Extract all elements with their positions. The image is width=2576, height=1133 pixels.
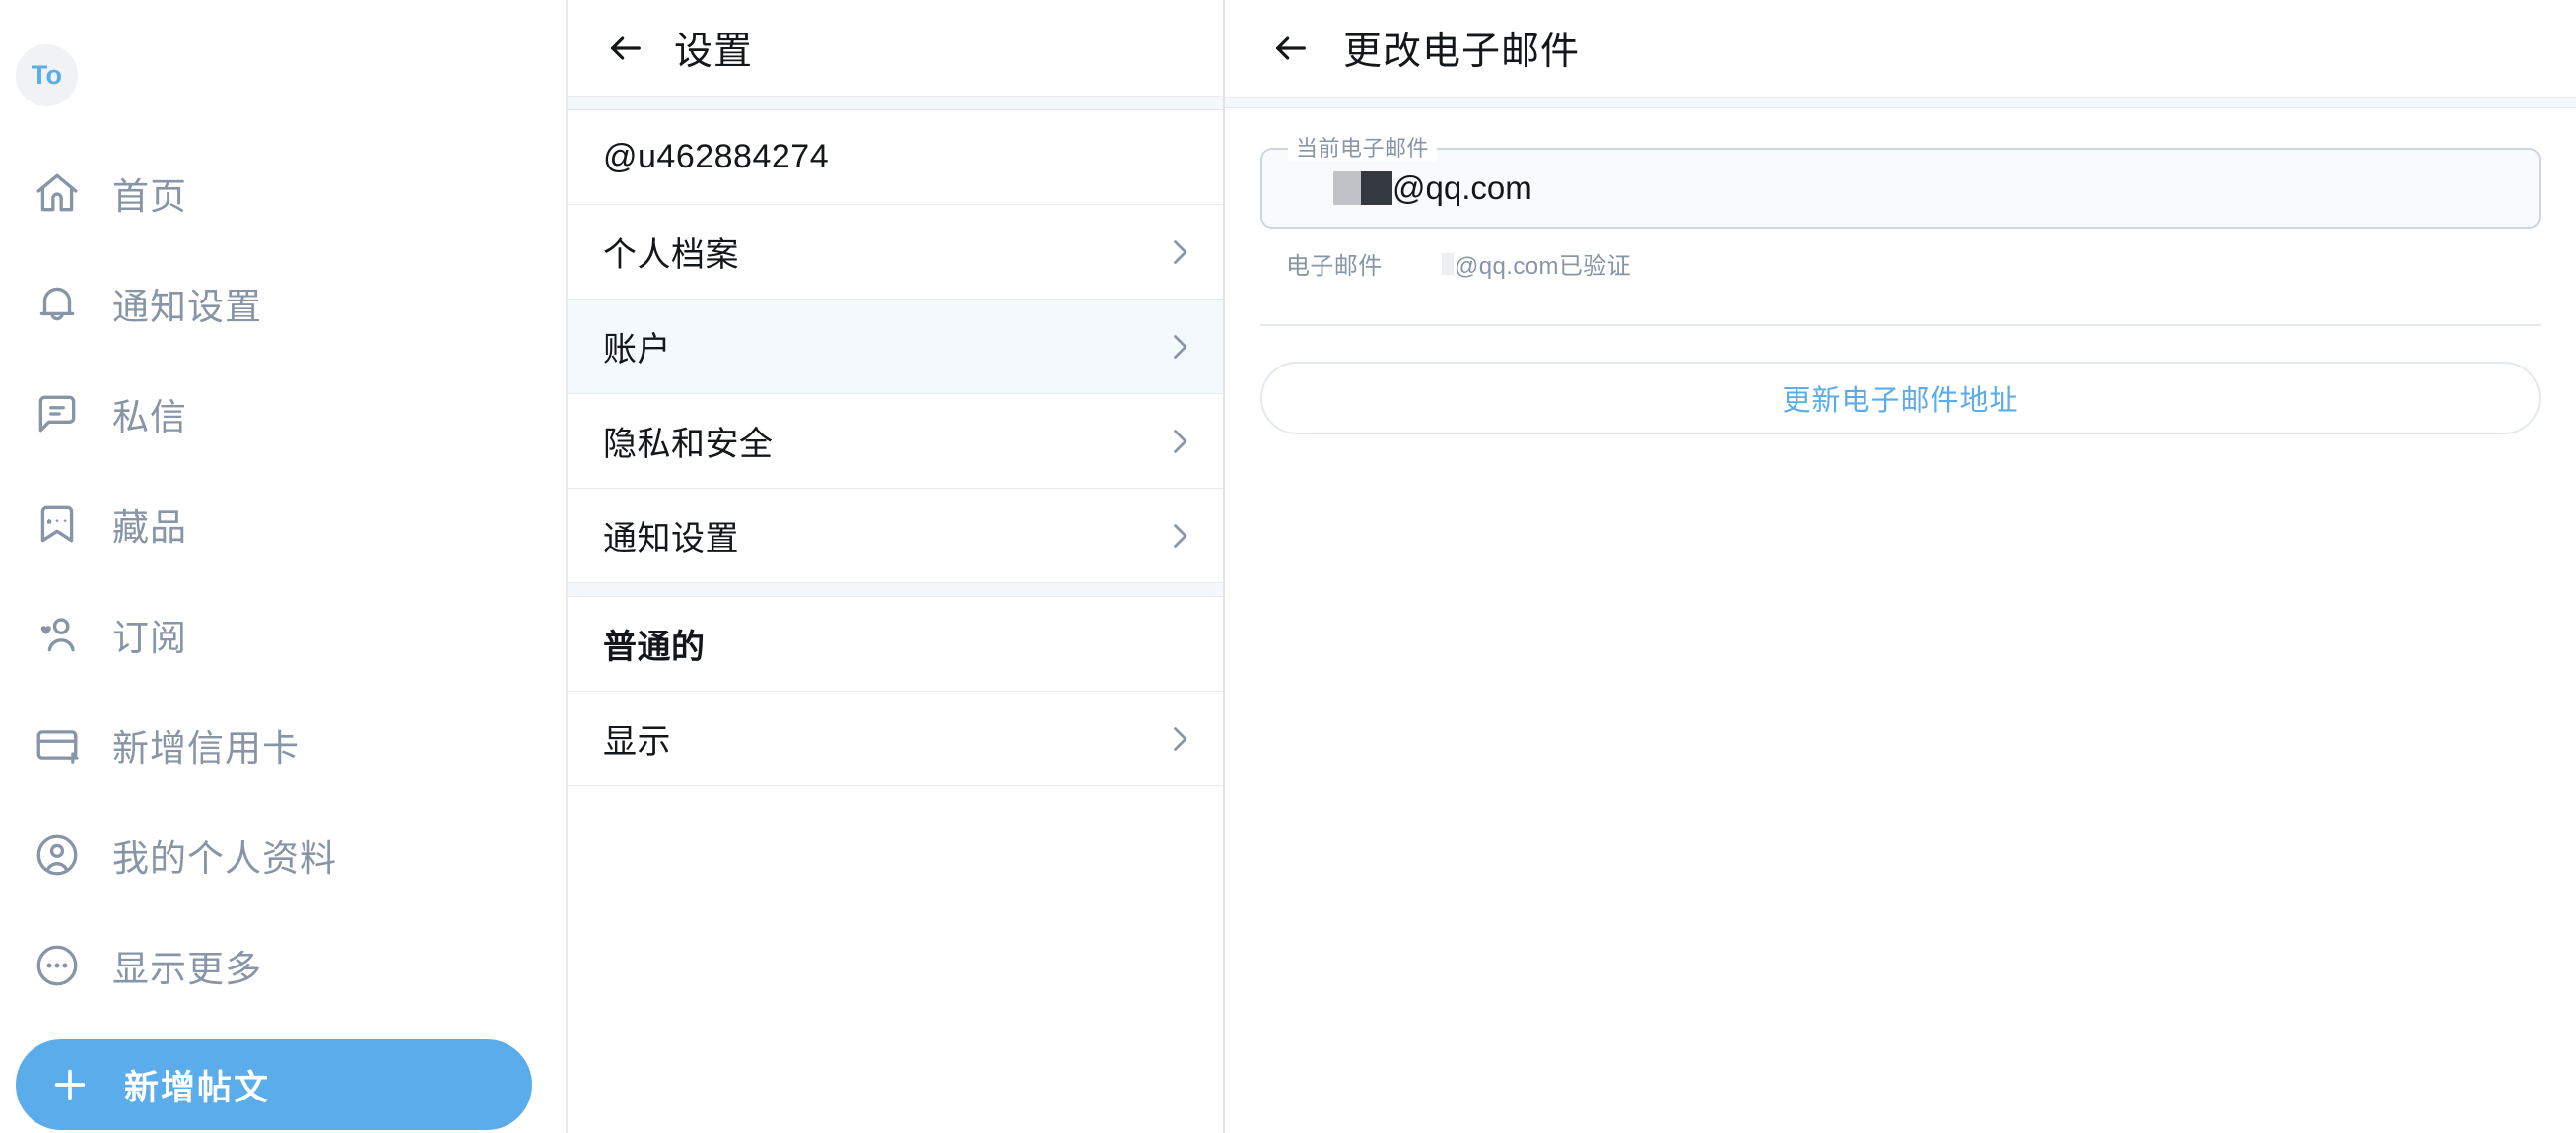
sidebar-item-label: 藏品: [112, 507, 187, 548]
sidebar-item-label: 新增信用卡: [112, 728, 300, 768]
bookmark-stars-icon: [22, 500, 93, 549]
settings-title: 设置: [674, 30, 754, 73]
detail-body: 当前电子邮件 @qq.com 电子邮件 @qq.com已验证 更新电子邮件地址: [1225, 136, 2576, 434]
email-helper-value-wrap: @qq.com已验证: [1442, 246, 1631, 281]
settings-band-top: [568, 97, 1223, 110]
profile-circle-icon: [22, 831, 93, 880]
sidebar-item-label: 订阅: [112, 618, 187, 658]
current-email-field[interactable]: 当前电子邮件 @qq.com: [1260, 136, 2541, 229]
message-icon: [22, 389, 93, 438]
settings-header: 设置: [568, 0, 1223, 97]
update-email-button[interactable]: 更新电子邮件地址: [1260, 362, 2541, 434]
current-email-input[interactable]: 当前电子邮件 @qq.com: [1260, 136, 2541, 229]
credit-card-plus-icon: [22, 720, 93, 769]
avatar-text: To: [31, 60, 63, 90]
settings-band-group: [568, 583, 1223, 597]
settings-row-label: 个人档案: [603, 236, 739, 274]
settings-row-label: 通知设置: [603, 520, 739, 558]
current-email-label: 当前电子邮件: [1288, 136, 1438, 162]
sidebar-item-label: 我的个人资料: [112, 838, 337, 879]
back-arrow-icon[interactable]: [1268, 26, 1314, 71]
detail-band: [1225, 97, 2576, 108]
detail-header: 更改电子邮件: [1225, 0, 2576, 97]
subscriptions-person-heart-icon: [22, 610, 93, 659]
compose-post-button[interactable]: 新增帖文: [16, 1039, 532, 1130]
settings-row-profile[interactable]: 个人档案: [568, 205, 1223, 300]
settings-row-username[interactable]: @u462884274: [568, 110, 1223, 205]
avatar[interactable]: To: [16, 44, 78, 106]
sidebar-item-show-more[interactable]: 显示更多: [0, 910, 566, 1021]
settings-row-label: 账户: [603, 331, 671, 368]
plus-icon: [16, 1062, 124, 1107]
settings-row-label: 隐私和安全: [603, 426, 774, 463]
email-verified-helper: 电子邮件 @qq.com已验证: [1260, 246, 2541, 281]
email-helper-label: 电子邮件: [1286, 253, 1383, 280]
chevron-right-icon: [1162, 329, 1197, 365]
sidebar-item-collections[interactable]: 藏品: [0, 469, 566, 579]
sidebar-item-label: 首页: [112, 176, 187, 217]
current-email-domain: @qq.com: [1392, 169, 1532, 206]
home-icon: [22, 168, 93, 218]
sidebar-item-messages[interactable]: 私信: [0, 359, 566, 469]
more-dots-circle-icon: [22, 941, 93, 990]
sidebar-item-label: 私信: [112, 397, 187, 437]
settings-row-privacy-security[interactable]: 隐私和安全: [568, 394, 1223, 489]
update-email-label: 更新电子邮件地址: [1782, 385, 2019, 417]
chevron-right-icon: [1162, 424, 1197, 459]
settings-row-account[interactable]: 账户: [568, 300, 1223, 394]
settings-row-label: @u462884274: [603, 138, 830, 175]
sidebar-item-subscriptions[interactable]: 订阅: [0, 579, 566, 690]
sidebar-nav-list: 首页 通知设置 私信 藏品 订阅 新增信用卡 我的个人资料 显示更多: [0, 138, 566, 1021]
sidebar-item-my-profile[interactable]: 我的个人资料: [0, 800, 566, 910]
sidebar-item-add-credit-card[interactable]: 新增信用卡: [0, 690, 566, 800]
change-email-panel: 更改电子邮件 当前电子邮件 @qq.com 电子邮件 @qq.com已验证 更新…: [1225, 0, 2576, 1133]
redaction-blocks: [1333, 171, 1392, 205]
email-helper-value: @qq.com已验证: [1455, 253, 1632, 280]
app-root: To 首页 通知设置 私信 藏品 订阅 新增信用卡 我的个人资料 显示更多 新增…: [0, 0, 2576, 1133]
settings-row-notifications[interactable]: 通知设置: [568, 489, 1223, 583]
settings-panel: 设置 @u462884274 个人档案 账户 隐私和安全 通知设置 普通的 显示: [568, 0, 1225, 1133]
detail-title: 更改电子邮件: [1343, 31, 1581, 73]
sidebar-item-notifications[interactable]: 通知设置: [0, 248, 566, 359]
compose-post-label: 新增帖文: [124, 1068, 271, 1107]
redaction-block-small: [1442, 252, 1454, 275]
settings-row-display[interactable]: 显示: [568, 692, 1223, 786]
settings-group-label: 普通的: [603, 629, 706, 666]
chevron-right-icon: [1162, 518, 1197, 554]
chevron-right-icon: [1162, 234, 1197, 270]
back-arrow-icon[interactable]: [603, 26, 648, 71]
current-email-value: @qq.com: [1333, 169, 1532, 207]
chevron-right-icon: [1162, 721, 1197, 757]
left-sidebar: To 首页 通知设置 私信 藏品 订阅 新增信用卡 我的个人资料 显示更多 新增…: [0, 0, 568, 1133]
section-divider: [1260, 324, 2541, 326]
sidebar-item-label: 通知设置: [112, 287, 262, 327]
settings-group-header-general: 普通的: [568, 597, 1223, 692]
settings-row-label: 显示: [603, 723, 671, 761]
bell-icon: [22, 279, 93, 328]
sidebar-item-home[interactable]: 首页: [0, 138, 566, 248]
sidebar-item-label: 显示更多: [112, 949, 262, 989]
